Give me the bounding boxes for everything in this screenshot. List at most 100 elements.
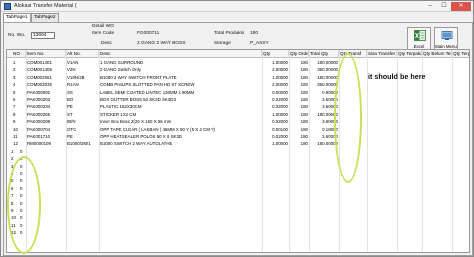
col-header-item-no[interactable]: Item No.	[26, 50, 66, 58]
cell-alt-no: ST	[67, 111, 73, 117]
cell-desc: OPP TAPE CLEAR ( LAKBAN ) 45MM X 90 Y (5…	[100, 126, 216, 132]
annotation-ellipse-qty-transf	[334, 53, 362, 183]
table-row-empty[interactable]: 12 0	[7, 229, 469, 236]
cell-no: 8	[13, 111, 16, 117]
table-row[interactable]: 5 PAK000092 SS LABEL SEMI COATED LINTEC 130…	[7, 89, 469, 96]
annotation-text: it should be here	[368, 72, 426, 81]
col-header-desc[interactable]: Desc	[99, 50, 262, 58]
col-header-sisa-transfer[interactable]: Sisa Transfer	[367, 50, 397, 58]
cell-total-qty: 360.00000	[317, 67, 338, 73]
main-menu-button[interactable]: Main Menu	[434, 27, 458, 51]
cell-item-no: PAK000265	[27, 111, 51, 117]
cell-alt-no: R1AN	[67, 82, 79, 88]
table-row-empty[interactable]: 11 0	[7, 222, 469, 229]
cell-total-qty: 360.00000	[317, 82, 338, 88]
cell-desc: BOX OUTTER BOSS 50 SK3D SK3D3	[100, 97, 176, 102]
cell-alt-no: V2N	[67, 67, 76, 73]
cell-item-no: RM0000109	[27, 141, 51, 147]
table-row-empty[interactable]: 50	[7, 177, 469, 184]
table-row-empty[interactable]: 40	[7, 170, 469, 177]
cell-no: 10	[13, 126, 18, 132]
cell-qty-order: 180	[300, 74, 308, 80]
cell-qty: 0.00000	[272, 89, 288, 95]
cell-no: 6	[13, 97, 16, 102]
close-button[interactable]: ✕	[451, 2, 471, 11]
cell-desc: PLASTIC 152X30CM	[100, 104, 142, 110]
cell-desc: 2 GANG Switch Only	[100, 67, 141, 73]
cell-qty: 1.00000	[272, 141, 288, 147]
cell-qty-order: 180	[300, 67, 308, 73]
cell-item-no: PAK000203	[27, 97, 51, 102]
storage-value: P_ASSY	[250, 41, 269, 46]
table-row-empty[interactable]: 30	[7, 163, 469, 170]
cell-qty-order: 180	[300, 134, 308, 139]
window-title: Alokasi Transfer Material (	[14, 3, 77, 9]
cell-no: 2	[13, 67, 16, 73]
col-header-qty[interactable]: Qty	[262, 50, 289, 58]
table-row[interactable]: 11 PAK001710 PE OPP HEATSEALER POLOS 50 X 6…	[7, 133, 469, 140]
cell-qty-order: 180	[300, 141, 308, 147]
table-row-empty[interactable]: 60	[7, 185, 469, 192]
table-row-empty[interactable]: 80	[7, 200, 469, 207]
no-wo-input[interactable]: 13604	[31, 32, 55, 39]
col-header-no[interactable]: NO	[12, 50, 26, 58]
table-row-empty[interactable]: 90	[7, 207, 469, 214]
cell-alt-no: BO	[67, 97, 74, 102]
cell-no: 11	[13, 134, 18, 139]
table-row[interactable]: 1 COM001401 V1AN 1 GANG SURROUND 1.00000 180 1…	[7, 59, 469, 66]
col-header-qty-belum-terpakai[interactable]: Qty Belum Terpakai	[422, 50, 452, 58]
cell-item-no: PAK001710	[27, 134, 51, 139]
cell-alt-no: V1AN	[67, 60, 79, 65]
col-header-qty-terpakai-2[interactable]: Qty Terpakai	[452, 50, 469, 58]
table-row[interactable]: 12 RM0000109 B1000/2M/1 B1000 SWITCH 2 WAY …	[7, 140, 469, 147]
cell-item-no: COM001405	[27, 67, 52, 73]
cell-no: 4	[13, 82, 16, 88]
cell-value: 0	[20, 148, 23, 154]
table-row-empty[interactable]: 10 0	[7, 214, 469, 221]
cell-qty: 1.00000	[272, 60, 288, 65]
table-row[interactable]: 6 PAK000203 BO BOX OUTTER BOSS 50 SK3D SK3D…	[7, 96, 469, 103]
cell-desc: B1000 SWITCH 2 WAY AUTOLATHE	[100, 141, 173, 147]
cell-desc: OPP HEATSEALER POLOS 50 X 6 SK3D	[100, 134, 183, 139]
cell-alt-no: PE	[67, 134, 73, 139]
maximize-button[interactable]: ☐	[437, 2, 451, 11]
cell-total-qty: 180.00000	[317, 60, 338, 65]
cell-no: 7	[13, 104, 16, 110]
cell-qty-order: 180	[300, 97, 308, 102]
col-header-alt-no[interactable]: Alt No.	[66, 50, 99, 58]
cell-no: 3	[13, 74, 16, 80]
desc-label: Desc	[101, 41, 112, 46]
cell-desc: Inner Box Boss 2(26 X 160 X 56 mm	[100, 119, 172, 125]
storage-label: Storage	[214, 41, 231, 46]
col-header-qty-order[interactable]: Qty Order	[289, 50, 309, 58]
cell-qty: 1.00000	[272, 111, 288, 117]
cell-total-qty: 180.00000	[317, 74, 338, 80]
table-row-empty[interactable]: 20	[7, 155, 469, 162]
table-row[interactable]: 9 PAK000299 IB/N Inner Box Boss 2(26 X 160 …	[7, 118, 469, 125]
col-header-total-qty[interactable]: Total Qty	[309, 50, 339, 58]
cell-desc: LABEL SEMI COATED LINTEC 130MM x 90MM	[100, 89, 195, 95]
cell-no: 1	[11, 148, 14, 154]
cell-qty: 0.02000	[272, 97, 288, 102]
cell-alt-no: SS	[67, 89, 73, 95]
item-code-value: FG000711	[137, 31, 160, 36]
cell-item-no: COM001401	[27, 60, 52, 65]
cell-qty-order: 180	[300, 60, 308, 65]
col-header-qty-terpakai[interactable]: Qty Terpakai	[397, 50, 422, 58]
tab-page2[interactable]: TabPage2	[31, 13, 59, 22]
table-row-empty[interactable]: 10	[7, 148, 469, 155]
table-row[interactable]: 10 PAK000704 OTC OPP TAPE CLEAR ( LAKBAN ) …	[7, 126, 469, 133]
cell-qty-order: 180	[300, 119, 308, 125]
cell-desc: B1000 2 WAY SWITCH FRONT PLATE	[100, 74, 177, 80]
cell-no: 12	[13, 141, 18, 147]
table-row[interactable]: 8 PAK000265 ST STICKER 1X2 CM 1.00000 180 180.…	[7, 111, 469, 118]
table-row[interactable]: 4 COM003036 R1AN COMB PHILIPS SLOTTED PAN H…	[7, 81, 469, 88]
minimize-button[interactable]: –	[423, 2, 437, 11]
excel-icon	[414, 30, 426, 41]
table-row[interactable]: 7 PAK000234 PE PLASTIC 152X30CM 0.02000 180 3.…	[7, 103, 469, 110]
excel-button[interactable]: Excel	[407, 27, 431, 51]
total-produksi-label: Total Produksi	[214, 31, 245, 36]
cell-item-no: PAK000704	[27, 126, 51, 132]
table-row-empty[interactable]: 70	[7, 192, 469, 199]
annotation-ellipse-extra-rows	[7, 156, 41, 254]
